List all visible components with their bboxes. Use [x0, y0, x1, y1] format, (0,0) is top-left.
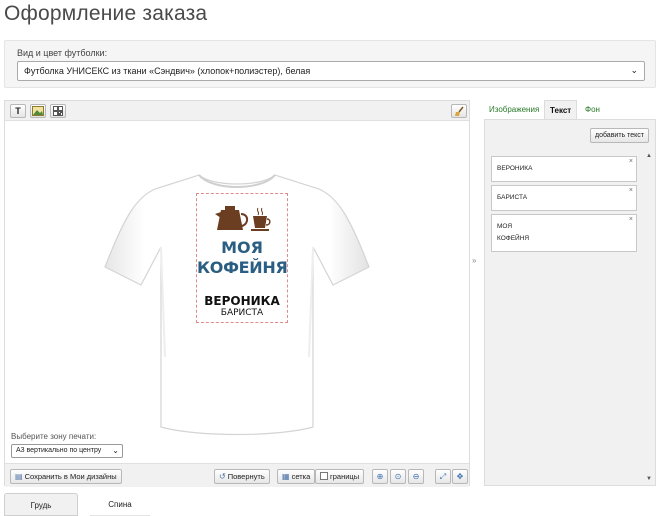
design-editor: T МОЯ КОФЕЙНЯ ВЕРОНИКА БАРИСТА ▤ Сохрани…	[4, 100, 470, 487]
design-text-name[interactable]: ВЕРОНИКА	[197, 294, 287, 308]
zoom-reset-button[interactable]: ⊙	[390, 469, 406, 484]
add-text-tool-button[interactable]: T	[10, 104, 26, 118]
zoom-out-icon: ⊖	[412, 472, 420, 481]
add-text-button[interactable]: добавить текст	[589, 128, 649, 143]
zoom-in-button[interactable]: ⊕	[372, 469, 388, 484]
zoom-out-button[interactable]: ⊖	[408, 469, 424, 484]
design-text-line2[interactable]: КОФЕЙНЯ	[197, 258, 288, 277]
image-icon	[32, 106, 44, 116]
delete-icon[interactable]: ×	[629, 158, 633, 166]
chevron-down-icon: ⌄	[112, 446, 119, 455]
product-type-label: Вид и цвет футболки:	[17, 48, 108, 58]
scroll-up-icon[interactable]: ▲	[646, 153, 652, 159]
right-panel-tabs: Изображения Текст Фон	[484, 100, 656, 120]
text-layer-line: ВЕРОНИКА	[497, 165, 533, 172]
collapse-panel-icon[interactable]: »	[472, 256, 476, 265]
qr-code-tool-button[interactable]	[50, 104, 66, 118]
product-type-select[interactable]: Футболка УНИСЕКС из ткани «Сэндвич» (хло…	[17, 61, 645, 81]
tab-images[interactable]: Изображения	[484, 100, 544, 120]
chevron-down-icon: ⌄	[630, 65, 638, 75]
tab-background[interactable]: Фон	[580, 100, 605, 120]
tab-text[interactable]: Текст	[544, 100, 578, 120]
product-type-value: Футболка УНИСЕКС из ткани «Сэндвич» (хло…	[24, 66, 311, 76]
rotate-button[interactable]: ↺ Повернуть	[214, 469, 270, 484]
add-image-tool-button[interactable]	[30, 104, 46, 118]
design-canvas[interactable]: МОЯ КОФЕЙНЯ ВЕРОНИКА БАРИСТА	[5, 121, 469, 463]
text-panel: добавить текст ▲ ВЕРОНИКА × БАРИСТА × МО…	[484, 119, 656, 486]
save-to-my-designs-button[interactable]: ▤ Сохранить в Мои дизайны	[10, 469, 122, 484]
rotate-icon: ↺	[219, 472, 226, 481]
text-layer-line: БАРИСТА	[497, 194, 528, 201]
print-zone-label: Выберите зону печати:	[11, 432, 97, 441]
print-zone-select[interactable]: А3 вертикально по центру ⌄	[11, 444, 123, 458]
fit-arrow-icon: ⤢	[439, 472, 447, 481]
text-tool-icon: T	[15, 106, 21, 116]
editor-toolbar: T	[5, 101, 469, 121]
qr-grid-icon	[53, 106, 63, 116]
print-area[interactable]: МОЯ КОФЕЙНЯ ВЕРОНИКА БАРИСТА	[196, 193, 288, 323]
tab-front[interactable]: Грудь	[4, 493, 78, 516]
fullscreen-button[interactable]: ✥	[452, 469, 468, 484]
tab-back[interactable]: Спина	[90, 493, 150, 516]
design-text-role[interactable]: БАРИСТА	[197, 308, 287, 318]
editor-bottom-bar: ▤ Сохранить в Мои дизайны ↺ Повернуть ▦ сет…	[5, 463, 469, 487]
print-zone-value: А3 вертикально по центру	[16, 447, 102, 454]
text-layer-item[interactable]: ВЕРОНИКА ×	[491, 156, 637, 182]
save-icon: ▤	[15, 472, 23, 481]
clear-design-button[interactable]	[451, 104, 467, 118]
text-layer-line: КОФЕЙНЯ	[497, 235, 530, 242]
design-text-line1[interactable]: МОЯ	[197, 238, 287, 257]
grid-toggle-button[interactable]: ▦ сетка	[277, 469, 316, 484]
scroll-down-icon[interactable]: ▼	[646, 476, 652, 482]
text-layer-line: МОЯ	[497, 223, 513, 230]
delete-icon[interactable]: ×	[629, 216, 633, 224]
page-title: Оформление заказа	[4, 2, 208, 25]
grid-icon: ▦	[282, 472, 290, 481]
borders-checkbox[interactable]	[320, 472, 328, 480]
coffee-pot-icon	[215, 206, 271, 231]
text-layer-item[interactable]: МОЯ КОФЕЙНЯ ×	[491, 214, 637, 252]
product-type-section: Вид и цвет футболки: Футболка УНИСЕКС из…	[4, 40, 656, 88]
delete-icon[interactable]: ×	[629, 187, 633, 195]
fit-button[interactable]: ⤢	[435, 469, 451, 484]
text-layer-item[interactable]: БАРИСТА ×	[491, 185, 637, 211]
zoom-reset-icon: ⊙	[394, 472, 402, 481]
broom-icon	[454, 106, 464, 116]
zoom-in-icon: ⊕	[376, 472, 384, 481]
borders-toggle[interactable]: границы	[315, 469, 365, 484]
fullscreen-icon: ✥	[456, 472, 464, 481]
